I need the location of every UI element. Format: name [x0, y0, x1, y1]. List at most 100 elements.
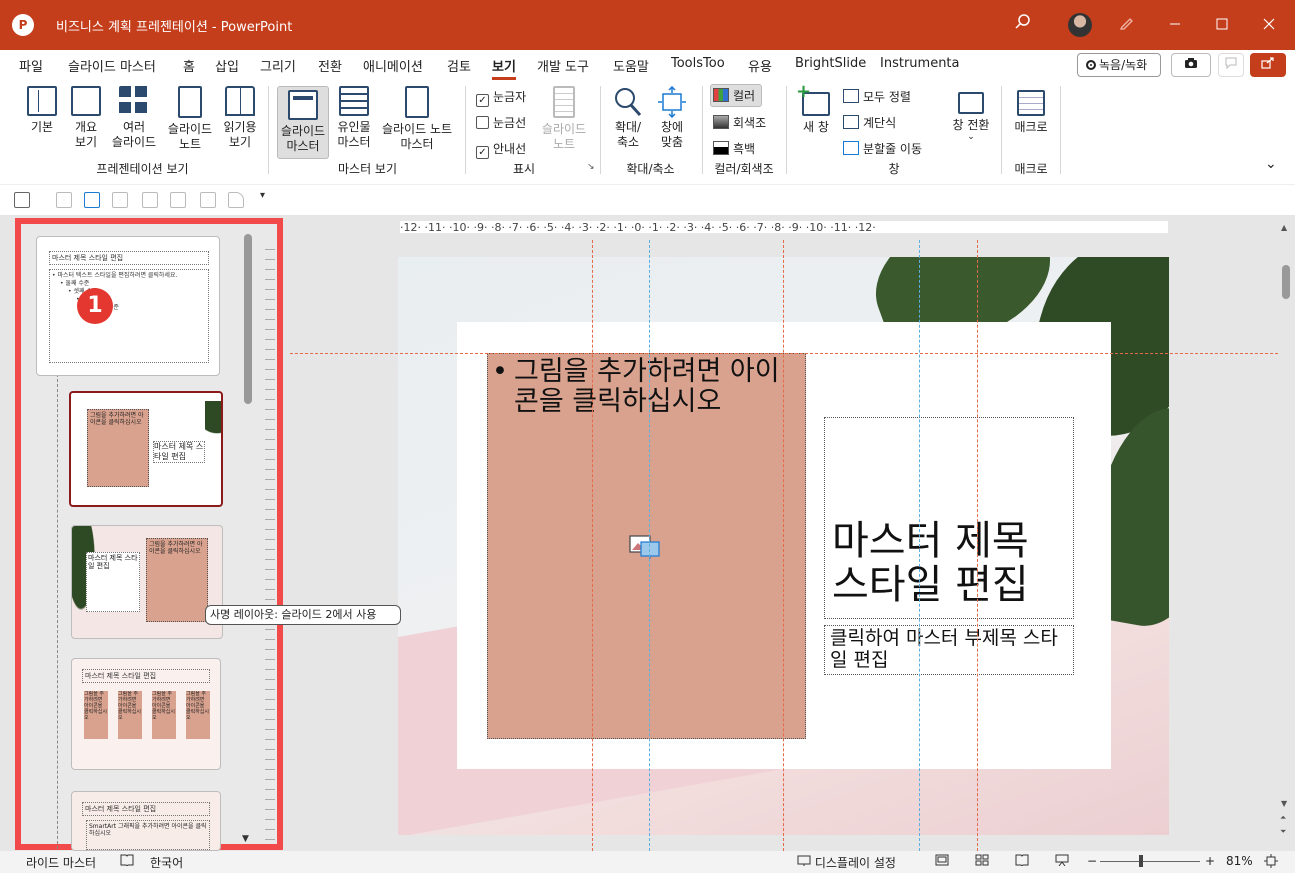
tab-view[interactable]: 보기: [492, 56, 516, 80]
notes-master-button[interactable]: 슬라이드 노트 마스터: [378, 86, 456, 152]
scroll-down-icon[interactable]: ▼: [1281, 799, 1287, 808]
grayscale-button[interactable]: 회색조: [713, 114, 766, 131]
minimize-icon[interactable]: [1164, 14, 1186, 36]
macros-button[interactable]: 매크로: [1010, 86, 1052, 135]
tab-draw[interactable]: 그리기: [260, 56, 296, 75]
maximize-icon[interactable]: [1211, 14, 1233, 36]
next-slide-icon[interactable]: ⏷: [1280, 827, 1286, 837]
layout-thumbnail-4[interactable]: 마스터 제목 스타일 편집 SmartArt 그래픽을 추가하려면 아이콘을 클…: [71, 791, 221, 851]
reading-view-button[interactable]: 읽기용 보기: [220, 86, 260, 150]
gridlines-checkbox[interactable]: 눈금선: [476, 114, 526, 131]
slide-master-button[interactable]: 슬라이드 마스터: [277, 86, 329, 159]
vertical-guide[interactable]: [592, 240, 593, 851]
slideshow-icon[interactable]: [1055, 854, 1069, 869]
pen-icon[interactable]: [1116, 14, 1138, 36]
zoom-slider-thumb[interactable]: [1139, 855, 1143, 867]
guides-checkbox[interactable]: ✓ 안내선: [476, 140, 526, 159]
display-settings-button[interactable]: 디스플레이 설정: [797, 854, 896, 871]
zoom-in-button[interactable]: +: [1205, 854, 1215, 868]
accessibility-icon[interactable]: [120, 854, 134, 869]
fit-to-window-button[interactable]: 창에 맞춤: [652, 85, 692, 150]
cascade-button[interactable]: 계단식: [843, 114, 896, 131]
align-icon[interactable]: [14, 192, 30, 208]
tab-transitions[interactable]: 전환: [318, 56, 342, 75]
outline-view-button[interactable]: 개요 보기: [68, 86, 104, 150]
insert-picture-icon[interactable]: [629, 533, 661, 559]
tab-toolstoo[interactable]: ToolsToo: [671, 56, 725, 71]
color-button[interactable]: 컬러: [710, 84, 763, 107]
reading-view-icon[interactable]: [1015, 854, 1029, 869]
ribbon-groups: 기본 개요 보기 여러 슬라이드 슬라이드 노트 읽기용 보기 프레젠테이션 보…: [0, 82, 1295, 178]
dialog-launcher-icon[interactable]: ↘: [587, 162, 595, 172]
slide-master-thumbnail[interactable]: 마스터 제목 스타일 편집 • 마스터 텍스트 스타일을 편집하려면 클릭하세요…: [36, 236, 220, 376]
normal-view-icon[interactable]: [935, 854, 949, 869]
workspace: 1 마스터 제목 스타일 편집 • 마스터 텍스트 스타일을 편집하려면 클릭하…: [0, 215, 1295, 854]
tab-animations[interactable]: 애니메이션: [363, 56, 423, 75]
tab-developer[interactable]: 개발 도구: [537, 56, 589, 75]
close-icon[interactable]: [1258, 14, 1280, 36]
text-box-icon[interactable]: [84, 192, 100, 208]
slide-master-icon: [288, 90, 318, 120]
tab-slide-master[interactable]: 슬라이드 마스터: [68, 56, 156, 75]
scrollbar-thumb[interactable]: [1282, 265, 1290, 299]
copy-icon[interactable]: [56, 192, 72, 208]
layout-thumbnail-1[interactable]: 그림을 추가하려면 아이콘을 클릭하십시오 마스터 제목 스타일 편집: [69, 391, 223, 507]
black-white-button[interactable]: 흑백: [713, 140, 755, 157]
vertical-guide[interactable]: [649, 240, 650, 851]
checkbox-checked-icon: ✓: [476, 146, 489, 159]
camera-button[interactable]: [1171, 53, 1211, 77]
vertical-guide[interactable]: [977, 240, 978, 851]
horizontal-guide[interactable]: [290, 353, 1278, 354]
tab-file[interactable]: 파일: [19, 56, 43, 75]
arrange-all-button[interactable]: 모두 정렬: [843, 88, 911, 105]
layout-thumbnail-2[interactable]: 마스터 제목 스타일 편집 그림을 추가하려면 아이콘을 클릭하십시오: [71, 525, 223, 639]
zoom-button[interactable]: 확대/ 축소: [608, 86, 648, 150]
tab-home[interactable]: 홈: [183, 56, 195, 75]
customize-qat-icon[interactable]: ▾: [260, 190, 265, 201]
avatar[interactable]: [1068, 13, 1092, 37]
separator: [1001, 86, 1002, 174]
slide-sorter-icon[interactable]: [975, 854, 989, 869]
move-split-button[interactable]: 분할줄 이동: [843, 140, 922, 157]
shape-icon[interactable]: [228, 192, 244, 208]
layout-thumbnail-3[interactable]: 마스터 제목 스타일 편집 그림을 추가하려면 아이콘을 클릭하십시오 그림을 …: [71, 658, 221, 770]
separator: [786, 86, 787, 174]
vertical-scrollbar[interactable]: ▲ ▼ ⏶ ⏷: [1278, 215, 1295, 851]
zoom-slider-track[interactable]: [1100, 861, 1200, 862]
language-indicator[interactable]: 한국어: [150, 854, 183, 871]
switch-windows-button[interactable]: 창 전환 ⌄: [948, 86, 994, 142]
search-icon[interactable]: [1012, 14, 1034, 36]
normal-view-button[interactable]: 기본: [24, 86, 60, 135]
collapse-ribbon-icon[interactable]: ⌄: [1265, 156, 1277, 172]
distribute-icon[interactable]: [170, 192, 186, 208]
scroll-down-icon[interactable]: ▼: [242, 834, 249, 844]
scroll-up-icon[interactable]: ▲: [1281, 223, 1287, 232]
powerpoint-app-icon[interactable]: P: [12, 14, 34, 36]
ruler-checkbox[interactable]: ✓ 눈금자: [476, 88, 526, 107]
comments-button[interactable]: [1218, 53, 1244, 77]
previous-slide-icon[interactable]: ⏶: [1280, 813, 1286, 823]
ungroup-icon[interactable]: [142, 192, 158, 208]
format-painter-icon[interactable]: [200, 192, 216, 208]
color-group-label: 컬러/회색조: [714, 162, 774, 176]
slide-thumbnail-pane[interactable]: 마스터 제목 스타일 편집 • 마스터 텍스트 스타일을 편집하려면 클릭하세요…: [15, 218, 283, 854]
handout-master-button[interactable]: 유인물 마스터: [333, 86, 375, 150]
vertical-guide[interactable]: [783, 240, 784, 851]
tab-useful[interactable]: 유용: [748, 56, 772, 75]
tab-brightslide[interactable]: BrightSlide: [795, 56, 866, 71]
slide-sorter-button[interactable]: 여러 슬라이드: [108, 86, 160, 150]
zoom-out-button[interactable]: −: [1087, 854, 1097, 868]
fit-slide-icon[interactable]: [1264, 854, 1278, 871]
vertical-guide[interactable]: [919, 240, 920, 851]
group-icon[interactable]: [112, 192, 128, 208]
tab-help[interactable]: 도움말: [613, 56, 649, 75]
tab-instrumenta[interactable]: Instrumenta: [880, 56, 960, 71]
record-button[interactable]: 녹음/녹화: [1077, 53, 1161, 77]
new-window-button[interactable]: + 새 창: [796, 83, 836, 135]
tab-insert[interactable]: 삽입: [215, 56, 239, 75]
tab-review[interactable]: 검토: [447, 56, 471, 75]
notes-page-button[interactable]: 슬라이드 노트: [164, 86, 216, 152]
thumbnail-scrollbar-thumb[interactable]: [244, 234, 252, 404]
share-button[interactable]: [1250, 53, 1286, 77]
zoom-level[interactable]: 81%: [1226, 854, 1253, 868]
